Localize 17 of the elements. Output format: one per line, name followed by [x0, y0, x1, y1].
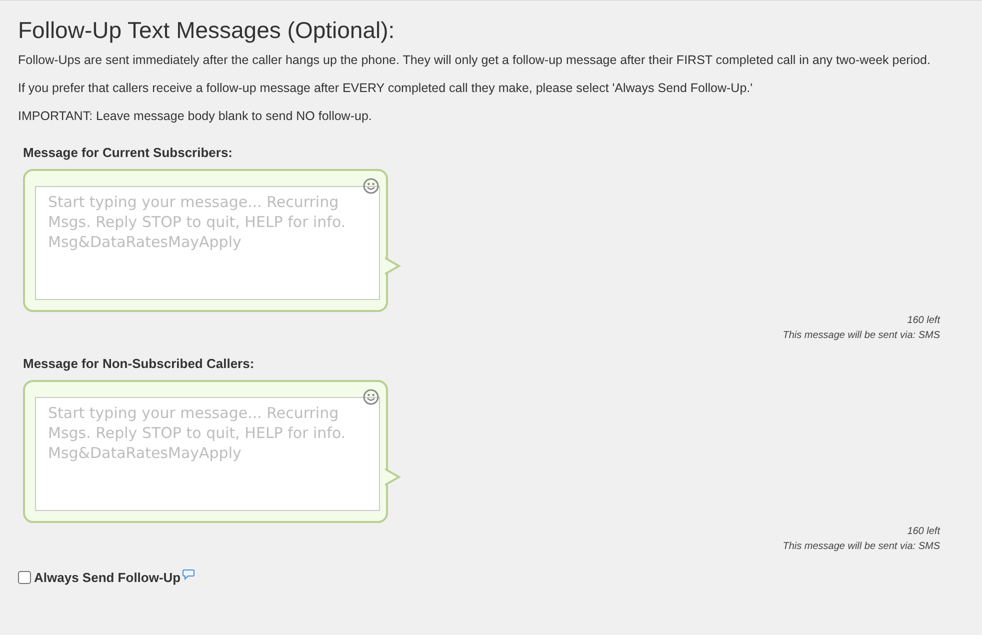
delivery-method: This message will be sent via: SMS [782, 329, 940, 343]
characters-left: 160 left [907, 525, 940, 539]
info-paragraph: Follow-Ups are sent immediately after the caller hangs up the phone. They will only get a follow-up message after their FIRST completed call in any two-week period. [18, 52, 932, 69]
page-title: Follow-Up Text Messages (Optional): [18, 16, 396, 45]
characters-left: 160 left [907, 314, 940, 328]
info-paragraph: If you prefer that callers receive a follow-up message after EVERY completed call they make, please select 'Always Send Follow-Up.' [18, 80, 754, 97]
delivery-method: This message will be sent via: SMS [782, 540, 940, 554]
smiley-icon[interactable] [363, 389, 379, 405]
speech-bubble-icon[interactable] [182, 568, 195, 581]
always-send-checkbox[interactable] [18, 571, 31, 584]
checkbox-label[interactable]: Always Send Follow-Up [34, 568, 181, 588]
smiley-icon[interactable] [363, 178, 379, 194]
info-paragraph: IMPORTANT: Leave message body blank to send NO follow-up. [18, 108, 373, 125]
field-label: Message for Non-Subscribed Callers: [23, 355, 256, 373]
message-field[interactable]: Start typing your message... Recurring Msgs. Reply STOP to quit, HELP for info. Msg&DataRatesMayApply [35, 186, 380, 300]
field-label: Message for Current Subscribers: [23, 144, 234, 162]
message-field[interactable]: Start typing your message... Recurring Msgs. Reply STOP to quit, HELP for info. Msg&DataRatesMayApply [35, 397, 380, 511]
